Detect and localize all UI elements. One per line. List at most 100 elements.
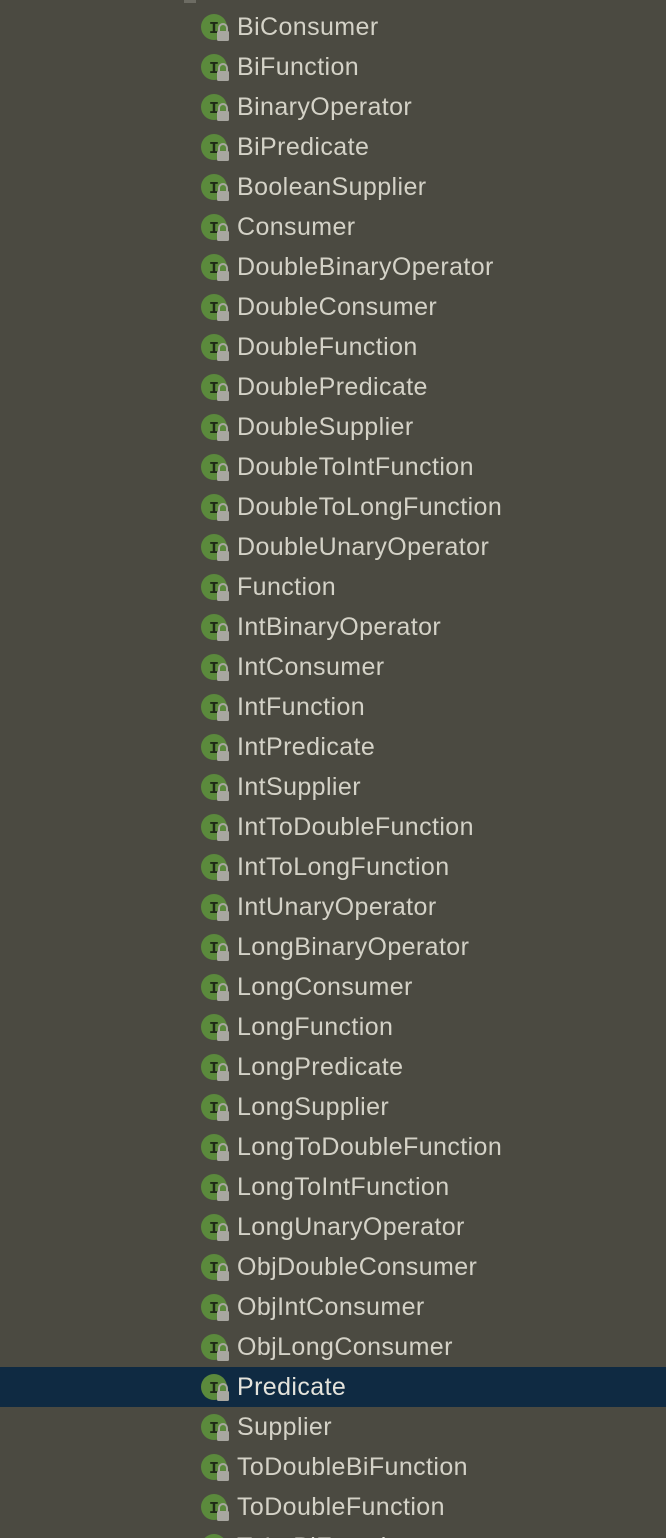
interface-icon: I	[200, 1414, 232, 1444]
tree-item-label: IntPredicate	[237, 733, 376, 761]
tree-item-label: IntToDoubleFunction	[237, 813, 474, 841]
tree-item-label: LongBinaryOperator	[237, 933, 470, 961]
tree-item[interactable]: I BiConsumer	[0, 7, 666, 47]
tree-item-label: DoubleToIntFunction	[237, 453, 474, 481]
project-tree[interactable]: I BiConsumer I BiFunction I BinaryOperator I Bi…	[0, 0, 666, 1538]
interface-icon: I	[200, 94, 232, 124]
interface-icon: I	[200, 694, 232, 724]
tree-item-label: IntUnaryOperator	[237, 893, 437, 921]
tree-item[interactable]: I LongSupplier	[0, 1087, 666, 1127]
tree-item[interactable]: I DoubleSupplier	[0, 407, 666, 447]
tree-item-label: LongFunction	[237, 1013, 394, 1041]
tree-item-label: BiConsumer	[237, 13, 379, 41]
tree-item-label: LongUnaryOperator	[237, 1213, 465, 1241]
tree-item[interactable]: I LongToDoubleFunction	[0, 1127, 666, 1167]
tree-item[interactable]: I DoubleToLongFunction	[0, 487, 666, 527]
tree-item[interactable]: I BinaryOperator	[0, 87, 666, 127]
tree-item[interactable]: I LongFunction	[0, 1007, 666, 1047]
tree-item[interactable]: I LongConsumer	[0, 967, 666, 1007]
interface-icon: I	[200, 974, 232, 1004]
tree-item[interactable]: I DoubleToIntFunction	[0, 447, 666, 487]
interface-icon: I	[200, 1534, 232, 1538]
tree-item[interactable]: I LongBinaryOperator	[0, 927, 666, 967]
interface-icon: I	[200, 1334, 232, 1364]
tree-item-label: IntFunction	[237, 693, 366, 721]
tree-item-label: DoubleBinaryOperator	[237, 253, 494, 281]
tree-item[interactable]: I LongToIntFunction	[0, 1167, 666, 1207]
interface-icon: I	[200, 214, 232, 244]
tree-item-label: ToIntBiFunction	[237, 1527, 415, 1538]
tree-item[interactable]: I ObjIntConsumer	[0, 1287, 666, 1327]
tree-item-label: IntConsumer	[237, 653, 385, 681]
tree-item[interactable]: I IntSupplier	[0, 767, 666, 807]
interface-icon: I	[200, 814, 232, 844]
tree-item-label: ObjIntConsumer	[237, 1293, 425, 1321]
tree-item-label: IntBinaryOperator	[237, 613, 442, 641]
tree-item[interactable]: I LongPredicate	[0, 1047, 666, 1087]
tree-item-label: ToDoubleFunction	[237, 1493, 445, 1521]
tree-item[interactable]: I Function	[0, 567, 666, 607]
tree-item[interactable]: I IntUnaryOperator	[0, 887, 666, 927]
interface-icon: I	[200, 1494, 232, 1524]
interface-icon: I	[200, 1294, 232, 1324]
tree-item[interactable]: I IntPredicate	[0, 727, 666, 767]
interface-icon: I	[200, 134, 232, 164]
interface-icon: I	[200, 734, 232, 764]
tree-item[interactable]: I IntBinaryOperator	[0, 607, 666, 647]
tree-item-label: Predicate	[237, 1373, 347, 1401]
tree-item[interactable]: I ObjLongConsumer	[0, 1327, 666, 1367]
interface-icon: I	[200, 1134, 232, 1164]
tree-item[interactable]: I Supplier	[0, 1407, 666, 1447]
tree-item[interactable]: I IntToDoubleFunction	[0, 807, 666, 847]
interface-icon: I	[200, 1454, 232, 1484]
tree-item-label: LongPredicate	[237, 1053, 404, 1081]
tree-item[interactable]: I Consumer	[0, 207, 666, 247]
tree-item-label: DoubleConsumer	[237, 293, 438, 321]
tree-item[interactable]: I BooleanSupplier	[0, 167, 666, 207]
interface-icon: I	[200, 574, 232, 604]
interface-icon: I	[200, 1214, 232, 1244]
tree-item[interactable]: I ToIntBiFunction	[0, 1527, 666, 1538]
interface-icon: I	[200, 14, 232, 44]
interface-icon: I	[200, 614, 232, 644]
tree-item[interactable]: I IntConsumer	[0, 647, 666, 687]
interface-icon: I	[200, 934, 232, 964]
tree-item-label: DoubleUnaryOperator	[237, 533, 490, 561]
interface-icon: I	[200, 1374, 232, 1404]
interface-icon: I	[200, 1014, 232, 1044]
interface-icon: I	[200, 494, 232, 524]
tree-item[interactable]: I BiPredicate	[0, 127, 666, 167]
interface-icon: I	[200, 534, 232, 564]
tree-item-label: Consumer	[237, 213, 356, 241]
interface-icon: I	[200, 254, 232, 284]
tree-item[interactable]: I IntToLongFunction	[0, 847, 666, 887]
tree-item[interactable]: I DoubleUnaryOperator	[0, 527, 666, 567]
tree-item[interactable]: I BiFunction	[0, 47, 666, 87]
interface-icon: I	[200, 54, 232, 84]
interface-icon: I	[200, 894, 232, 924]
tree-item-label: LongToDoubleFunction	[237, 1133, 503, 1161]
tree-item-label: BinaryOperator	[237, 93, 413, 121]
interface-icon: I	[200, 654, 232, 684]
tree-item-label: BooleanSupplier	[237, 173, 427, 201]
tree-item-label: ToDoubleBiFunction	[237, 1453, 468, 1481]
tree-item-label: DoubleSupplier	[237, 413, 414, 441]
tree-item[interactable]: I DoublePredicate	[0, 367, 666, 407]
tree-item[interactable]: I ToDoubleFunction	[0, 1487, 666, 1527]
tree-item[interactable]: I DoubleBinaryOperator	[0, 247, 666, 287]
tree-item-label: LongConsumer	[237, 973, 413, 1001]
tree-item-label: DoubleToLongFunction	[237, 493, 503, 521]
tree-item-label: BiFunction	[237, 53, 360, 81]
tree-item[interactable]: I Predicate	[0, 1367, 666, 1407]
tree-item[interactable]: I ToDoubleBiFunction	[0, 1447, 666, 1487]
tree-item[interactable]: I DoubleFunction	[0, 327, 666, 367]
interface-icon: I	[200, 294, 232, 324]
tree-item-label: Function	[237, 573, 337, 601]
tree-item[interactable]: I LongUnaryOperator	[0, 1207, 666, 1247]
tree-item[interactable]: I DoubleConsumer	[0, 287, 666, 327]
tree-item[interactable]: I IntFunction	[0, 687, 666, 727]
tree-item[interactable]: I ObjDoubleConsumer	[0, 1247, 666, 1287]
tree-item-label: IntSupplier	[237, 773, 361, 801]
tree-item-label: LongToIntFunction	[237, 1173, 450, 1201]
tree-item-label: ObjLongConsumer	[237, 1333, 453, 1361]
